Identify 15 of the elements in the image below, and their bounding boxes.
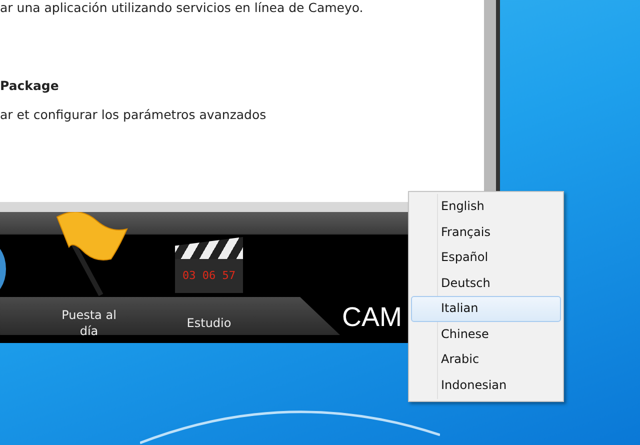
menu-item[interactable]: English [411, 194, 561, 220]
menu-item[interactable]: Indonesian [411, 372, 561, 398]
logo-text: CAM [342, 302, 402, 332]
toolbar-button[interactable]: Estudio [174, 315, 244, 331]
section-heading: Package [0, 78, 60, 94]
description-text: ar et configurar los parámetros avanzados [0, 107, 268, 122]
menu-item[interactable]: Français [411, 220, 561, 245]
menu-item[interactable]: Italian [411, 296, 561, 322]
menu-item[interactable]: Deutsch [411, 270, 561, 296]
menu-item[interactable]: Español [411, 245, 561, 270]
intro-text: ar una aplicación utilizando servicios en línea de Cameyo. [0, 0, 364, 16]
menu-item[interactable]: Chinese [411, 322, 561, 347]
menu-item[interactable]: Arabic [411, 347, 561, 372]
timer-display: 03 06 57 [175, 259, 243, 293]
toolbar-button[interactable]: Puesta al día [54, 307, 124, 339]
